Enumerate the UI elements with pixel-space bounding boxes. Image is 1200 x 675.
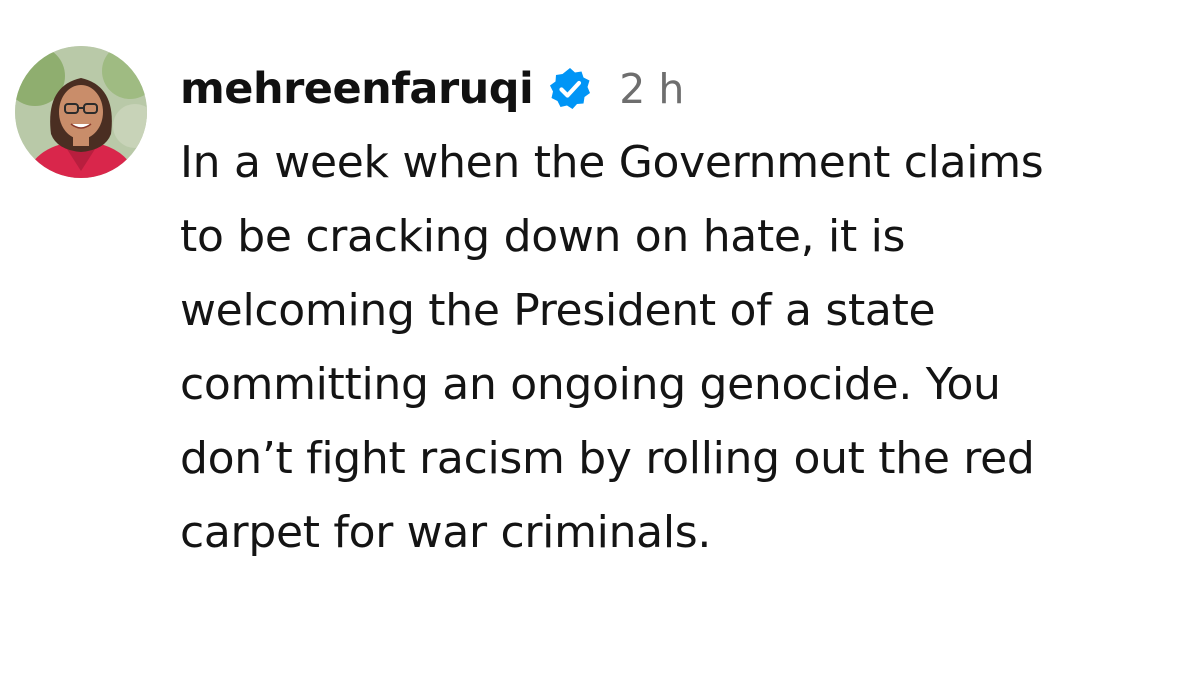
avatar-image bbox=[15, 46, 147, 178]
post-text-line: to be cracking down on hate, it is bbox=[180, 211, 906, 262]
post-text-line: carpet for war criminals. bbox=[180, 507, 712, 558]
profile-avatar[interactable] bbox=[15, 46, 147, 178]
verified-badge-icon bbox=[547, 66, 593, 112]
username[interactable]: mehreenfaruqi bbox=[180, 64, 534, 114]
post-text-line: In a week when the Government claims bbox=[180, 137, 1044, 188]
post-text-line: don’t fight racism by rolling out the re… bbox=[180, 433, 1035, 484]
post-timestamp: 2 h bbox=[619, 65, 685, 113]
post-text-line: welcoming the President of a state bbox=[180, 285, 936, 336]
post-body: In a week when the Government claims to … bbox=[180, 126, 1190, 570]
post-header: mehreenfaruqi 2 h bbox=[180, 58, 684, 120]
post: mehreenfaruqi 2 h In a week when the Gov… bbox=[0, 0, 1200, 675]
post-text-line: committing an ongoing genocide. You bbox=[180, 359, 1001, 410]
